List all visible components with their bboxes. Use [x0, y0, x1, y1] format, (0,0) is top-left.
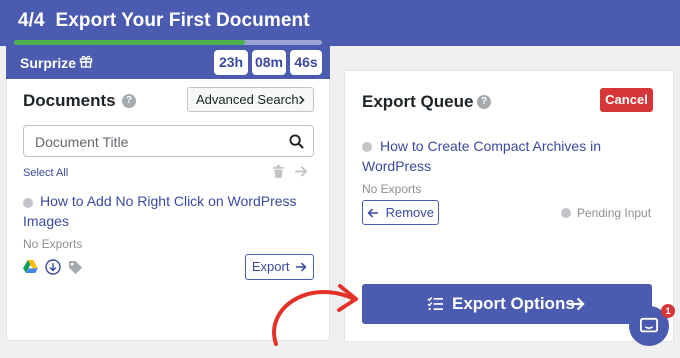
onboarding-title: 4/4 Export Your First Document	[18, 10, 310, 31]
document-export-status: No Exports	[23, 237, 83, 251]
google-drive-icon[interactable]	[23, 260, 38, 273]
chat-notification-badge: 1	[661, 304, 675, 318]
checklist-icon	[427, 296, 443, 311]
document-status-dot	[23, 198, 33, 208]
queue-document-link-continued[interactable]: WordPress	[362, 156, 431, 176]
trash-icon[interactable]	[273, 165, 284, 178]
document-title-link[interactable]: How to Add No Right Click on WordPress	[40, 191, 297, 211]
timer-minutes: 08m	[252, 50, 286, 75]
cancel-button[interactable]: Cancel	[600, 88, 653, 112]
arrow-right-icon[interactable]	[295, 166, 308, 177]
queue-export-status: No Exports	[362, 182, 422, 196]
document-search-box[interactable]: Document Title	[23, 125, 314, 157]
advanced-search-label: Advanced Search	[196, 92, 299, 107]
export-options-label: Export Options	[452, 294, 575, 313]
export-button-label: Export	[251, 259, 290, 274]
document-title-link-continued[interactable]: Images	[23, 211, 69, 231]
onboarding-header: 4/4 Export Your First Document	[0, 0, 680, 46]
export-options-button[interactable]: Export Options	[362, 284, 652, 324]
promo-bar[interactable]: Surprize 23h 08m 46s	[6, 46, 330, 79]
documents-heading: Documents	[23, 91, 116, 110]
queue-status-dot	[362, 142, 372, 152]
document-search-input[interactable]: Document Title	[35, 134, 128, 150]
select-all-link[interactable]: Select All	[23, 167, 68, 179]
onboarding-progress-fill	[14, 40, 245, 45]
export-queue-heading: Export Queue	[362, 92, 474, 111]
tag-icon[interactable]	[68, 260, 83, 275]
queue-document-link[interactable]: How to Create Compact Archives in	[380, 136, 601, 156]
search-icon[interactable]	[289, 134, 304, 149]
annotation-arrow	[272, 284, 358, 346]
pending-status-dot	[561, 208, 571, 218]
onboarding-progress-bar	[14, 40, 322, 45]
chevron-right-icon	[299, 95, 305, 105]
arrow-left-icon	[367, 208, 378, 218]
advanced-search-button[interactable]: Advanced Search	[187, 87, 314, 112]
remove-button-label: Remove	[385, 205, 435, 220]
download-icon[interactable]	[45, 259, 61, 275]
arrow-right-icon	[296, 262, 307, 272]
timer-seconds: 46s	[290, 50, 322, 75]
arrow-right-icon	[570, 297, 585, 311]
documents-help-icon[interactable]: ?	[122, 94, 136, 108]
remove-button[interactable]: Remove	[362, 200, 439, 225]
export-button[interactable]: Export	[245, 254, 314, 280]
pending-input-label: Pending Input	[577, 206, 652, 220]
chat-icon	[640, 317, 658, 333]
gift-icon	[79, 55, 93, 68]
promo-label: Surprize	[20, 55, 77, 71]
timer-hours: 23h	[214, 50, 248, 75]
export-queue-help-icon[interactable]: ?	[477, 95, 491, 109]
